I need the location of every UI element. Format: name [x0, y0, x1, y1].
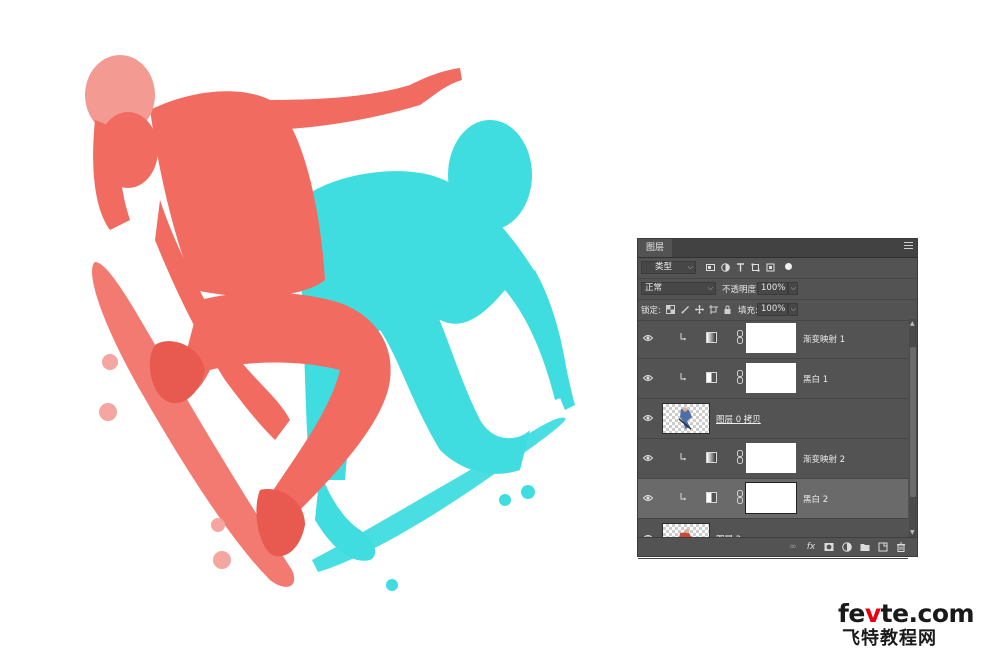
layer-row-gradient-map-1[interactable]: 渐变映射 1	[638, 319, 908, 359]
clipping-arrow-icon	[680, 333, 686, 341]
adjustment-icon[interactable]	[842, 542, 852, 552]
scroll-up-icon[interactable]: ▲	[910, 320, 915, 327]
lock-row: 锁定: 填充: 100% ⌵	[638, 300, 917, 321]
link-icon[interactable]	[737, 330, 743, 344]
watermark-domain: fevte.com	[838, 600, 988, 628]
watermark-logo: fevte.com 飞特教程网	[838, 600, 988, 650]
chevron-down-icon: ⌵	[687, 263, 693, 271]
trash-icon[interactable]	[896, 542, 906, 552]
blend-mode-dropdown[interactable]: 正常 ⌵	[641, 282, 716, 295]
layers-scrollbar[interactable]: ▲ ▼	[909, 319, 917, 537]
type-filter-icon[interactable]	[736, 263, 745, 272]
mask-icon[interactable]	[824, 542, 834, 552]
layer-mask-thumbnail[interactable]	[746, 323, 796, 353]
opacity-label: 不透明度:	[722, 285, 759, 295]
panel-menu-icon[interactable]	[904, 242, 913, 251]
eye-icon[interactable]	[643, 494, 653, 502]
layer-thumbnail[interactable]	[662, 403, 710, 434]
fill-label: 填充:	[738, 306, 758, 316]
adjustment-filter-icon[interactable]	[721, 263, 730, 272]
lock-image-icon[interactable]	[681, 305, 690, 314]
chevron-down-icon: ⌵	[707, 284, 713, 292]
layer-row-black-white-1[interactable]: 黑白 1	[638, 359, 908, 399]
opacity-input[interactable]: 100%	[757, 282, 788, 295]
clipping-arrow-icon	[680, 453, 686, 461]
black-white-icon	[706, 492, 717, 503]
filter-row: 类型 ⌵	[638, 258, 917, 279]
fx-icon[interactable]: fx	[806, 542, 816, 552]
filter-type-dropdown[interactable]: 类型 ⌵	[641, 261, 696, 274]
folder-icon[interactable]	[860, 542, 870, 552]
lock-all-icon[interactable]	[723, 305, 732, 314]
eye-icon[interactable]	[643, 454, 653, 462]
panel-tab-bar: 图层	[638, 239, 917, 258]
lock-artboard-icon[interactable]	[709, 305, 718, 314]
panel-footer: ∞ fx	[638, 537, 917, 556]
tab-layers[interactable]: 图层	[638, 239, 673, 257]
black-white-icon	[706, 372, 717, 383]
scrollbar-thumb[interactable]	[910, 347, 916, 497]
layer-name[interactable]: 黑白 1	[803, 373, 828, 385]
layer-name[interactable]: 渐变映射 2	[803, 453, 845, 465]
layer-row-gradient-map-2[interactable]: 渐变映射 2	[638, 439, 908, 479]
watermark-part1: fe	[838, 599, 865, 628]
layer-row-layer-0-copy[interactable]: 图层 0 拷贝	[638, 399, 908, 439]
lock-label: 锁定:	[641, 306, 661, 316]
link-layers-icon[interactable]: ∞	[788, 542, 798, 552]
lock-transparent-icon[interactable]	[666, 305, 675, 314]
layer-mask-thumbnail[interactable]	[745, 482, 797, 514]
eye-icon[interactable]	[643, 334, 653, 342]
skater-thumbnail-icon	[678, 407, 692, 430]
gradient-map-icon	[706, 332, 717, 343]
layer-row-black-white-2[interactable]: 黑白 2	[638, 479, 908, 519]
shape-filter-icon[interactable]	[751, 263, 760, 272]
clipping-arrow-icon	[680, 493, 686, 501]
filter-type-value: 类型	[655, 262, 673, 272]
watermark-part2: v	[864, 599, 881, 628]
chevron-down-icon: ⌵	[790, 305, 796, 313]
eye-icon[interactable]	[643, 414, 653, 422]
smart-object-filter-icon[interactable]	[766, 263, 775, 272]
blend-row: 正常 ⌵ 不透明度: 100% ⌵	[638, 279, 917, 300]
watermark-subtitle: 飞特教程网	[842, 628, 937, 649]
chevron-down-icon: ⌵	[790, 284, 796, 292]
layers-panel: 图层 类型 ⌵ 正常 ⌵ 不透明度: 100% ⌵ 锁定: 填充: 100% ⌵	[637, 238, 918, 559]
new-layer-icon[interactable]	[878, 542, 888, 552]
link-icon[interactable]	[737, 450, 743, 464]
lock-position-icon[interactable]	[695, 305, 704, 314]
layer-mask-thumbnail[interactable]	[746, 443, 796, 473]
filter-toggle-icon[interactable]	[784, 262, 793, 271]
scroll-down-icon[interactable]: ▼	[910, 529, 915, 536]
gradient-map-icon	[706, 452, 717, 463]
pixel-filter-icon[interactable]	[706, 263, 715, 272]
layer-mask-thumbnail[interactable]	[746, 363, 796, 393]
watermark-part3: te.com	[880, 599, 975, 628]
fill-input[interactable]: 100%	[757, 303, 788, 316]
canvas-artwork	[85, 55, 575, 591]
fill-slider-toggle[interactable]: ⌵	[788, 303, 798, 316]
link-icon[interactable]	[737, 370, 743, 384]
opacity-slider-toggle[interactable]: ⌵	[788, 282, 798, 295]
layer-name[interactable]: 图层 0 拷贝	[716, 413, 761, 425]
layers-list: 渐变映射 1 黑白 1 图层 0 拷贝 渐变映射 2 黑白 2	[638, 319, 908, 559]
link-icon[interactable]	[737, 490, 743, 504]
blend-mode-value: 正常	[645, 283, 663, 293]
eye-icon[interactable]	[643, 374, 653, 382]
layer-name[interactable]: 渐变映射 1	[803, 333, 845, 345]
clipping-arrow-icon	[680, 373, 686, 381]
layer-name[interactable]: 黑白 2	[803, 493, 828, 505]
